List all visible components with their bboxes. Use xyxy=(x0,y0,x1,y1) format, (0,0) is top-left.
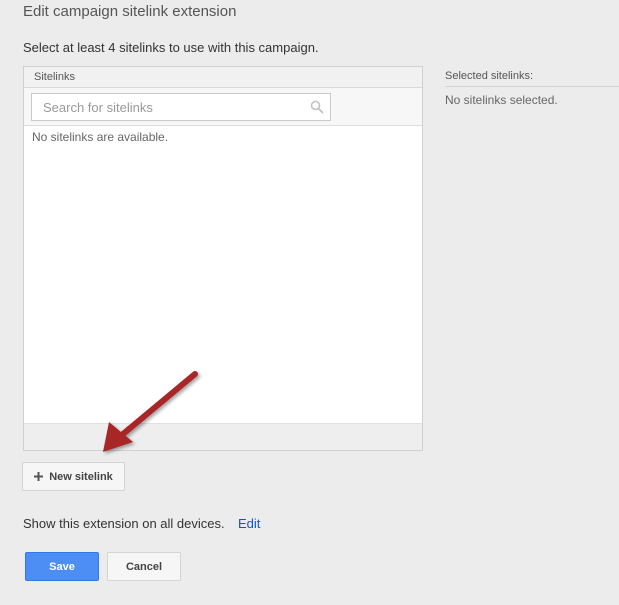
instructions-text: Select at least 4 sitelinks to use with … xyxy=(23,40,319,55)
sitelinks-panel-footer xyxy=(24,423,422,450)
save-button[interactable]: Save xyxy=(25,552,99,581)
selected-sitelinks-panel: Selected sitelinks: No sitelinks selecte… xyxy=(445,66,619,107)
sitelinks-header: Sitelinks xyxy=(24,67,422,88)
search-bar xyxy=(24,88,422,126)
search-icon[interactable] xyxy=(310,100,324,114)
search-input[interactable] xyxy=(31,93,331,121)
selected-sitelinks-header: Selected sitelinks: xyxy=(445,66,619,87)
edit-devices-link[interactable]: Edit xyxy=(238,516,260,531)
new-sitelink-label: New sitelink xyxy=(49,470,113,483)
page-title: Edit campaign sitelink extension xyxy=(23,3,237,20)
sitelinks-panel: Sitelinks No sitelinks are available. xyxy=(23,66,423,451)
plus-icon xyxy=(34,472,44,481)
devices-text: Show this extension on all devices. xyxy=(23,516,225,531)
cancel-button[interactable]: Cancel xyxy=(107,552,181,581)
sitelinks-empty-message: No sitelinks are available. xyxy=(32,130,169,144)
selected-sitelinks-empty-message: No sitelinks selected. xyxy=(445,93,558,107)
new-sitelink-button[interactable]: New sitelink xyxy=(22,462,125,491)
